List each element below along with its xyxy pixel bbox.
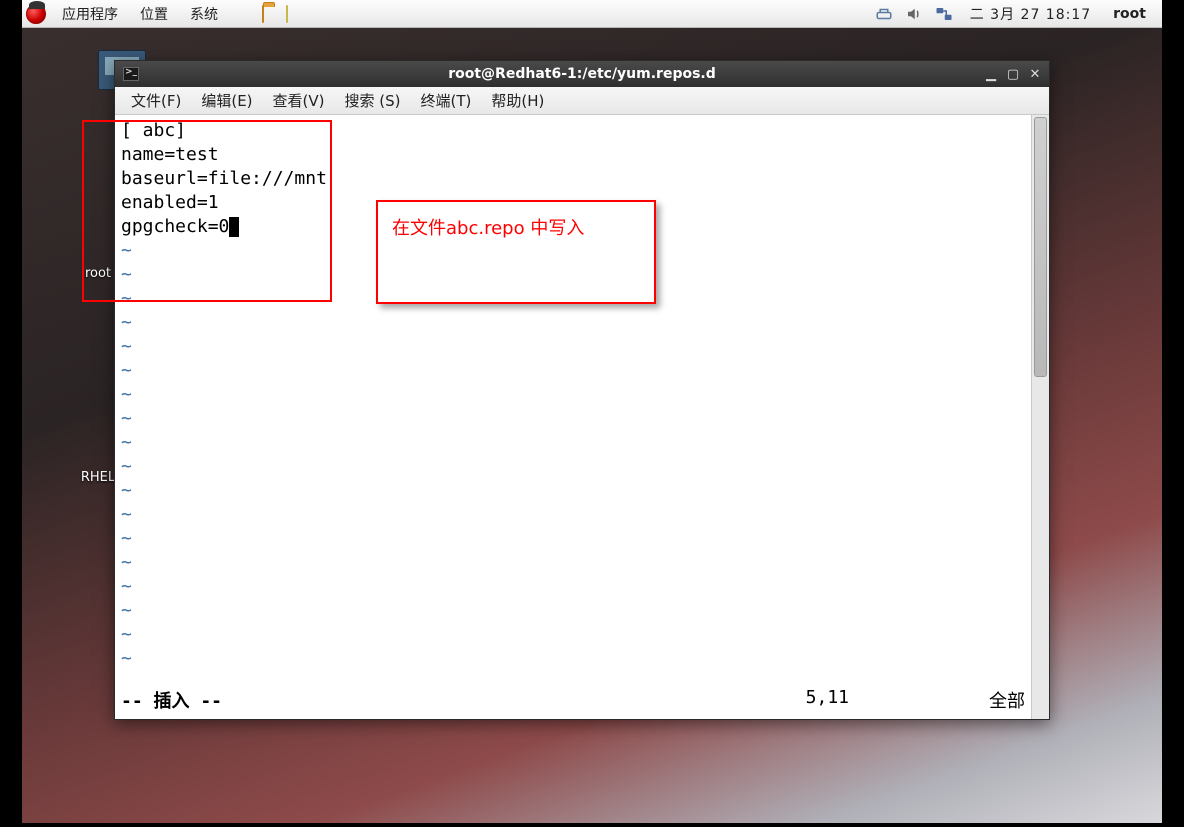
notes-icon <box>286 5 288 23</box>
folder-icon <box>262 5 264 23</box>
nautilus-launcher[interactable] <box>256 4 270 24</box>
panel-clock[interactable]: 二 3月 27 18:17 <box>964 2 1097 26</box>
menu-terminal[interactable]: 终端(T) <box>411 88 482 113</box>
menu-applications[interactable]: 应用程序 <box>56 2 124 26</box>
notes-launcher[interactable] <box>280 4 294 24</box>
menu-system[interactable]: 系统 <box>184 2 224 26</box>
annotation-text: 在文件abc.repo 中写入 <box>392 218 584 239</box>
window-title: root@Redhat6-1:/etc/yum.repos.d <box>115 66 1049 82</box>
window-minimize-button[interactable]: ▁ <box>981 65 1001 83</box>
vim-scroll-percent: 全部 <box>989 687 1025 713</box>
menu-help[interactable]: 帮助(H) <box>481 88 554 113</box>
menu-places[interactable]: 位置 <box>134 2 174 26</box>
vim-status-line: -- 插入 -- 5,11 全部 <box>121 687 1025 713</box>
desktop: 应用程序 位置 系统 二 3月 27 18:17 root root <box>22 0 1162 823</box>
menu-file[interactable]: 文件(F) <box>121 88 191 113</box>
scrollbar-thumb[interactable] <box>1034 117 1047 377</box>
panel-user[interactable]: root <box>1107 4 1152 24</box>
annotation-callout: 在文件abc.repo 中写入 <box>376 200 656 304</box>
window-maximize-button[interactable]: ▢ <box>1003 65 1023 83</box>
menu-view[interactable]: 查看(V) <box>263 88 335 113</box>
menu-search[interactable]: 搜索 (S) <box>335 88 411 113</box>
terminal-icon <box>123 67 139 81</box>
update-tray-icon[interactable] <box>874 5 894 23</box>
vim-cursor-position: 5,11 <box>806 687 849 713</box>
window-titlebar[interactable]: root@Redhat6-1:/etc/yum.repos.d ▁ ▢ ✕ <box>115 61 1049 87</box>
terminal-menubar: 文件(F) 编辑(E) 查看(V) 搜索 (S) 终端(T) 帮助(H) <box>115 87 1049 115</box>
terminal-window: root@Redhat6-1:/etc/yum.repos.d ▁ ▢ ✕ 文件… <box>114 60 1050 720</box>
vim-mode: -- 插入 -- <box>121 687 222 713</box>
menu-edit[interactable]: 编辑(E) <box>191 88 262 113</box>
volume-tray-icon[interactable] <box>904 5 924 23</box>
network-tray-icon[interactable] <box>934 5 954 23</box>
firefox-launcher[interactable] <box>234 12 246 16</box>
redhat-logo-icon <box>26 4 46 24</box>
gnome-panel: 应用程序 位置 系统 二 3月 27 18:17 root <box>22 0 1162 28</box>
scrollbar[interactable] <box>1031 115 1049 719</box>
window-close-button[interactable]: ✕ <box>1025 65 1045 83</box>
